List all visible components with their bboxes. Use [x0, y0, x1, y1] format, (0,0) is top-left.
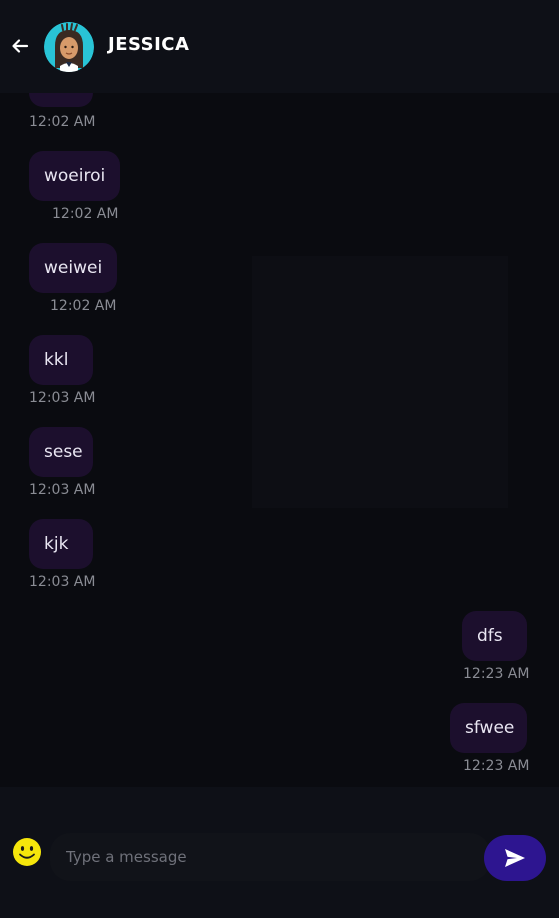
emoji-button[interactable] [12, 837, 42, 867]
message-bubble[interactable]: kkl [29, 335, 93, 385]
chat-screen: JESSICA 12:02 AM woeiroi 12:02 AM weiwei… [0, 0, 559, 918]
message-bubble[interactable]: kjk [29, 519, 93, 569]
message-time: 12:03 AM [29, 574, 96, 590]
message-time: 12:03 AM [29, 390, 96, 406]
message-bubble[interactable]: dfs [462, 611, 527, 661]
composer-bar [0, 787, 559, 918]
message-time: 12:02 AM [52, 206, 119, 222]
message-input[interactable] [50, 833, 490, 881]
arrow-left-icon [12, 39, 29, 53]
send-icon [505, 849, 525, 867]
message-bubble[interactable]: woeiroi [29, 151, 121, 201]
message-bubble[interactable]: sfwee [450, 703, 527, 753]
message-bubble[interactable] [29, 93, 93, 107]
smiley-icon [13, 838, 41, 866]
contact-avatar[interactable] [44, 22, 94, 72]
message-list[interactable]: 12:02 AM woeiroi 12:02 AM weiwei 12:02 A… [0, 93, 559, 787]
message-bubble[interactable]: sese [29, 427, 93, 477]
send-button[interactable] [484, 835, 546, 881]
back-button[interactable] [10, 36, 30, 56]
avatar-image [44, 22, 94, 72]
background-panel [252, 256, 508, 508]
message-time: 12:23 AM [463, 758, 530, 774]
message-time: 12:03 AM [29, 482, 96, 498]
message-time: 12:02 AM [50, 298, 117, 314]
message-time: 12:02 AM [29, 114, 96, 130]
message-time: 12:23 AM [463, 666, 530, 682]
chat-header: JESSICA [0, 0, 559, 93]
message-bubble[interactable]: weiwei [29, 243, 118, 293]
contact-name: JESSICA [108, 34, 190, 55]
